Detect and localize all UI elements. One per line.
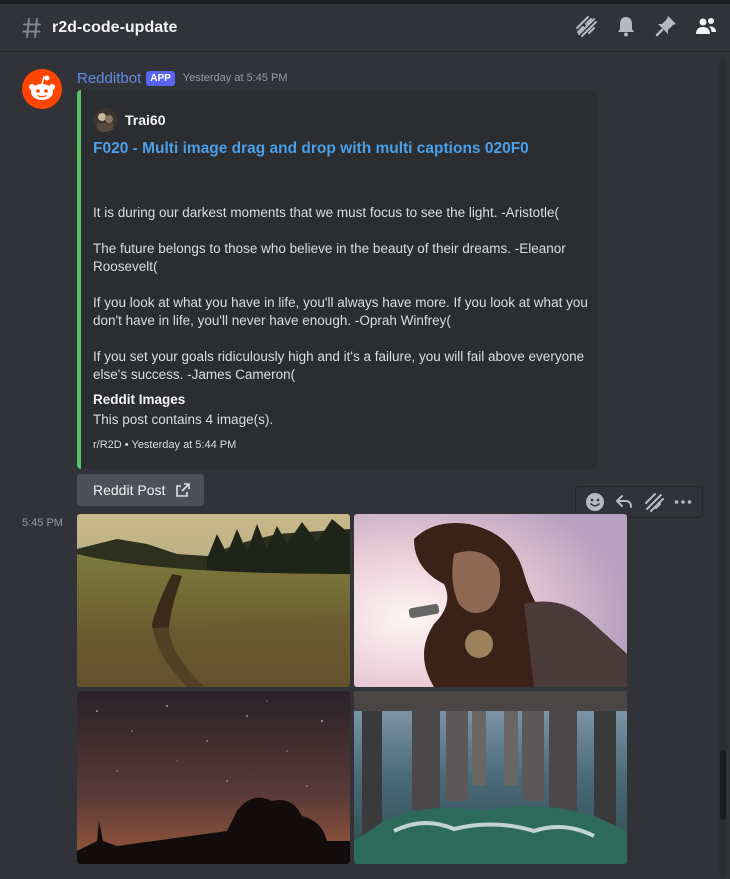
create-thread-icon[interactable] — [643, 491, 665, 513]
message-short-time: 5:45 PM — [22, 517, 63, 529]
reddit-post-button[interactable]: Reddit Post — [77, 474, 204, 506]
image-starry-night[interactable] — [77, 691, 350, 864]
username[interactable]: Redditbot — [77, 70, 141, 87]
image-meadow-trail[interactable] — [77, 514, 350, 687]
message-header: Redditbot APP Yesterday at 5:45 PM — [77, 68, 288, 88]
reddit-avatar[interactable] — [22, 69, 62, 109]
pin-icon[interactable] — [654, 14, 678, 38]
embed-field-name: Reddit Images — [93, 392, 186, 407]
scrollbar-thumb[interactable] — [720, 750, 726, 820]
message-timestamp[interactable]: Yesterday at 5:45 PM — [183, 72, 288, 84]
app-badge: APP — [146, 70, 175, 86]
reddit-embed: Trai60 F020 - Multi image drag and drop … — [77, 90, 597, 469]
embed-description: It is during our darkest moments that we… — [93, 204, 593, 402]
button-label: Reddit Post — [93, 482, 166, 498]
embed-footer: r/R2D • Yesterday at 5:44 PM — [93, 439, 237, 451]
author-avatar — [93, 108, 117, 132]
channel-name: r2d-code-update — [52, 18, 178, 36]
more-options-icon[interactable] — [672, 491, 694, 513]
quote-text: It is during our darkest moments that we… — [93, 205, 559, 220]
embed-author: Trai60 — [93, 108, 165, 132]
add-reaction-icon[interactable] — [584, 491, 606, 513]
threads-icon[interactable] — [574, 14, 598, 38]
image-woman-sunlight[interactable] — [354, 514, 627, 687]
reply-icon[interactable] — [613, 491, 635, 513]
embed-field-value: This post contains 4 image(s). — [93, 412, 274, 427]
bell-icon[interactable] — [614, 14, 638, 38]
image-under-pier[interactable] — [354, 691, 627, 864]
reddit-logo-icon — [22, 69, 62, 109]
external-link-icon — [176, 483, 191, 497]
quote-text: If you set your goals ridiculously high … — [93, 349, 585, 382]
quote-text: The future belongs to those who believe … — [93, 241, 566, 274]
hashtag-icon — [22, 17, 41, 38]
header-toolbar — [574, 14, 718, 38]
embed-title-link[interactable]: F020 - Multi image drag and drop with mu… — [93, 140, 529, 158]
members-icon[interactable] — [694, 14, 718, 38]
channel-header: r2d-code-update — [0, 4, 730, 52]
author-name[interactable]: Trai60 — [125, 112, 165, 128]
quote-text: If you look at what you have in life, yo… — [93, 295, 588, 328]
